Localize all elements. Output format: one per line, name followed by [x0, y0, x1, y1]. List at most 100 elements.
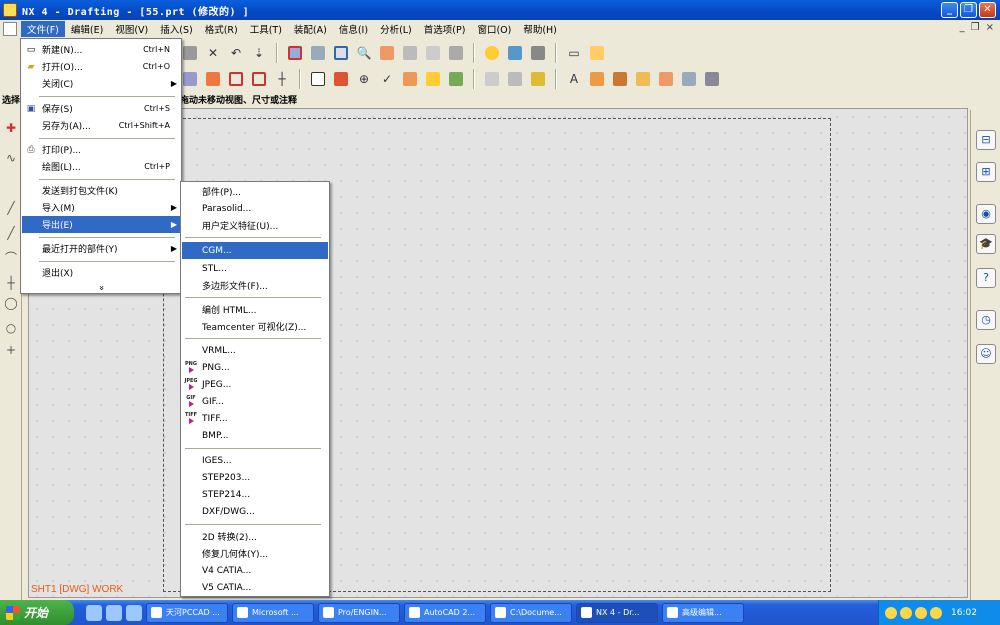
menu-file[interactable]: 文件(F): [21, 21, 65, 37]
menu-help[interactable]: 帮助(H): [517, 21, 563, 37]
export-parasolid[interactable]: Parasolid...: [182, 200, 328, 217]
menu-information[interactable]: 信息(I): [333, 21, 374, 37]
taskbar-button[interactable]: C:\Docume...: [490, 602, 572, 623]
circle-center-icon[interactable]: ◯: [3, 295, 19, 311]
file-save[interactable]: ▣ 保存(S) Ctrl+S: [22, 100, 180, 117]
export-stl[interactable]: STL...: [182, 260, 328, 277]
history-icon[interactable]: ◷: [976, 310, 996, 330]
export-vrml[interactable]: VRML...: [182, 342, 328, 359]
menu-window[interactable]: 窗口(O): [471, 21, 517, 37]
file-open[interactable]: ▰ 打开(O)... Ctrl+O: [22, 58, 180, 75]
close-button[interactable]: ✕: [979, 2, 996, 18]
pan-icon[interactable]: [377, 43, 397, 63]
weld-symbol-icon[interactable]: [400, 69, 420, 89]
quick-launch-icon[interactable]: [106, 604, 122, 621]
export-author-html[interactable]: 编创 HTML...: [182, 301, 328, 318]
datum-feature-icon[interactable]: ⊕: [354, 69, 374, 89]
file-plot[interactable]: 绘图(L)... Ctrl+P: [22, 158, 180, 175]
selection-filter-icon[interactable]: ⇣: [249, 43, 269, 63]
menu-expand-chevron-icon[interactable]: »: [22, 279, 180, 296]
file-close[interactable]: 关闭(C) ▶: [22, 75, 180, 92]
tray-icon[interactable]: [900, 606, 912, 619]
wireframe-view-icon[interactable]: [423, 43, 443, 63]
point-tool-icon[interactable]: ┼: [3, 275, 19, 291]
export-part[interactable]: 部件(P)...: [182, 183, 328, 200]
export-2d-exchange[interactable]: 2D 转换(2)...: [182, 528, 328, 545]
export-udf[interactable]: 用户定义特征(U)...: [182, 217, 328, 234]
circle-tool-icon[interactable]: ○: [3, 320, 19, 336]
move-to-layer-icon[interactable]: [528, 43, 548, 63]
layer-visible-icon[interactable]: [505, 43, 525, 63]
menu-tools[interactable]: 工具(T): [244, 21, 288, 37]
surface-finish-icon[interactable]: ✓: [377, 69, 397, 89]
file-send-to-package[interactable]: 发送到打包文件(K): [22, 182, 180, 199]
delete-icon[interactable]: ✕: [203, 43, 223, 63]
part-navigator-icon[interactable]: ⊟: [976, 130, 996, 150]
taskbar-button[interactable]: Microsoft ...: [232, 602, 314, 623]
taskbar-button[interactable]: 天河PCCAD ...: [146, 602, 228, 623]
menu-assemblies[interactable]: 装配(A): [288, 21, 333, 37]
tray-icon[interactable]: [885, 606, 897, 619]
export-v4-catia[interactable]: V4 CATIA...: [182, 562, 328, 579]
menu-edit[interactable]: 编辑(E): [65, 21, 109, 37]
export-teamcenter-visualization[interactable]: Teamcenter 可视化(Z)...: [182, 318, 328, 335]
web-browser-icon[interactable]: ◉: [976, 204, 996, 224]
document-icon[interactable]: [3, 22, 17, 36]
line-tool-icon[interactable]: ╱: [3, 200, 19, 216]
file-recent-parts[interactable]: 最近打开的部件(Y) ▶: [22, 240, 180, 257]
export-tiff[interactable]: TIFF TIFF...: [182, 410, 328, 427]
help-icon[interactable]: ?: [976, 268, 996, 288]
view-style-icon[interactable]: [656, 69, 676, 89]
people-icon[interactable]: ☺: [976, 344, 996, 364]
cube-view-icon[interactable]: [679, 69, 699, 89]
file-import[interactable]: 导入(M) ▶: [22, 199, 180, 216]
origin-tool-icon[interactable]: [633, 69, 653, 89]
export-gif[interactable]: GIF GIF...: [182, 393, 328, 410]
sketch-icon[interactable]: [180, 69, 200, 89]
parts-list-icon[interactable]: [505, 69, 525, 89]
export-iges[interactable]: IGES...: [182, 452, 328, 469]
file-export[interactable]: 导出(E) ▶: [22, 216, 180, 233]
zoom-icon[interactable]: [331, 43, 351, 63]
file-save-as[interactable]: 另存为(A)... Ctrl+Shift+A: [22, 117, 180, 134]
taskbar-button[interactable]: AutoCAD 2...: [404, 602, 486, 623]
menu-preferences[interactable]: 首选项(P): [418, 21, 472, 37]
taskbar-button[interactable]: 高级编辑...: [662, 602, 744, 623]
zoom-in-icon[interactable]: 🔍: [354, 43, 374, 63]
export-repair-geometry[interactable]: 修复几何体(Y)...: [182, 545, 328, 562]
undo-icon[interactable]: ↶: [226, 43, 246, 63]
copy-icon[interactable]: [180, 43, 200, 63]
tray-icon[interactable]: [915, 606, 927, 619]
zoom-window-icon[interactable]: [308, 43, 328, 63]
doc-restore-button[interactable]: ❐: [971, 22, 980, 33]
export-bmp[interactable]: BMP...: [182, 427, 328, 444]
tabular-note-icon[interactable]: [482, 69, 502, 89]
paint-brush-icon[interactable]: [528, 69, 548, 89]
menu-view[interactable]: 视图(V): [109, 21, 154, 37]
quick-launch-icon[interactable]: [86, 604, 102, 621]
add-view-icon[interactable]: [203, 69, 223, 89]
id-symbol-icon[interactable]: [423, 69, 443, 89]
measure-distance-icon[interactable]: ▭: [564, 43, 584, 63]
note-icon[interactable]: [308, 69, 328, 89]
export-v5-catia[interactable]: V5 CATIA...: [182, 579, 328, 596]
clock[interactable]: 16:02: [951, 608, 977, 618]
export-jpeg[interactable]: JPEG JPEG...: [182, 376, 328, 393]
start-button[interactable]: 开始: [0, 600, 74, 625]
tray-icon[interactable]: [930, 606, 942, 619]
dimension-icon[interactable]: [610, 69, 630, 89]
doc-close-button[interactable]: ×: [986, 22, 994, 33]
maximize-button[interactable]: ❐: [960, 2, 977, 18]
nx-app-icon[interactable]: [3, 3, 17, 17]
crosshair-icon[interactable]: ✚: [3, 120, 19, 136]
export-step214[interactable]: STEP214...: [182, 486, 328, 503]
minimize-button[interactable]: _: [941, 2, 958, 18]
menu-format[interactable]: 格式(R): [199, 21, 244, 37]
export-png[interactable]: PNG PNG...: [182, 359, 328, 376]
section-view-icon[interactable]: [249, 69, 269, 89]
shaded-view-icon[interactable]: [400, 43, 420, 63]
feature-control-frame-icon[interactable]: [331, 69, 351, 89]
export-dxf-dwg[interactable]: DXF/DWG...: [182, 503, 328, 520]
export-cgm[interactable]: CGM...: [182, 242, 328, 259]
menu-analysis[interactable]: 分析(L): [374, 21, 418, 37]
